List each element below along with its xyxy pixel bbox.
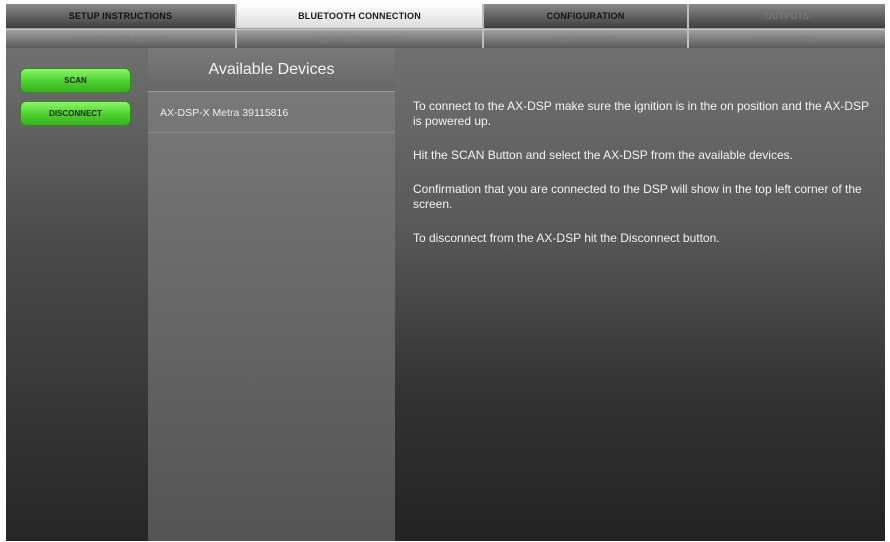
tab-bluetooth-connection[interactable]: BLUETOOTH CONNECTION	[237, 4, 484, 29]
tab-setup-instructions[interactable]: SETUP INSTRUCTIONS	[6, 4, 237, 29]
instruction-text: Hit the SCAN Button and select the AX-DS…	[413, 148, 793, 162]
instruction-text: Confirmation that you are connected to t…	[413, 182, 862, 211]
tab-delay-adjust[interactable]: DELAY ADJUST	[484, 29, 689, 48]
tab-outputs[interactable]: OUTPUTS	[689, 4, 885, 29]
primary-tab-bar: SETUP INSTRUCTIONS BLUETOOTH CONNECTION …	[6, 4, 885, 29]
tab-input-levels[interactable]: INPUT LEVELS	[689, 29, 885, 48]
app-window: SETUP INSTRUCTIONS BLUETOOTH CONNECTION …	[6, 4, 885, 541]
tab-equalizer-adjust[interactable]: EQUALIZER ADJUST	[237, 29, 484, 48]
device-list-item[interactable]: AX-DSP-X Metra 39115816	[148, 93, 395, 133]
secondary-tab-bar: CROSSOVER ADJUST EQUALIZER ADJUST DELAY …	[6, 29, 885, 48]
instruction-text: To connect to the AX-DSP make sure the i…	[413, 99, 869, 128]
instructions-panel: To connect to the AX-DSP make sure the i…	[395, 48, 885, 541]
disconnect-button[interactable]: DISCONNECT	[20, 101, 131, 126]
tab-configuration[interactable]: CONFIGURATION	[484, 4, 689, 29]
control-sidebar: SCAN DISCONNECT	[6, 48, 148, 541]
scan-button[interactable]: SCAN	[20, 68, 131, 93]
instruction-text: To disconnect from the AX-DSP hit the Di…	[413, 231, 720, 245]
devices-panel-title: Available Devices	[148, 48, 395, 92]
available-devices-panel: Available Devices AX-DSP-X Metra 3911581…	[148, 48, 395, 541]
tab-crossover-adjust[interactable]: CROSSOVER ADJUST	[6, 29, 237, 48]
